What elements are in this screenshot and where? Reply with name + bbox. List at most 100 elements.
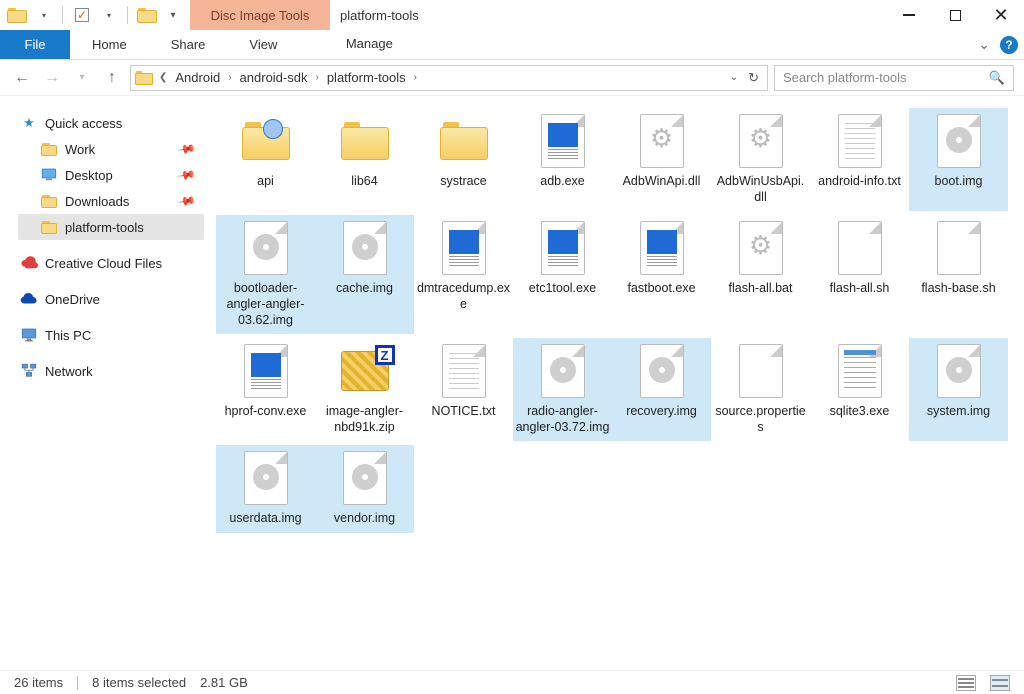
view-large-icons-button[interactable]	[990, 675, 1010, 691]
ribbon-tab-manage[interactable]: Manage	[299, 30, 439, 59]
file-item[interactable]: adb.exe	[513, 108, 612, 211]
file-item[interactable]: api	[216, 108, 315, 211]
new-folder-icon[interactable]	[136, 4, 158, 26]
chevron-right-icon[interactable]: ›	[226, 72, 233, 83]
ribbon-tab-view[interactable]: View	[227, 30, 299, 59]
refresh-icon[interactable]: ↻	[748, 70, 759, 86]
sidebar-creative-cloud[interactable]: Creative Cloud Files	[18, 250, 204, 276]
nav-back-button[interactable]: ←	[10, 66, 34, 90]
breadcrumb[interactable]: android-sdk	[236, 70, 312, 85]
file-item[interactable]: flash-base.sh	[909, 215, 1008, 334]
file-label: systrace	[440, 174, 487, 190]
sidebar-item-label: This PC	[45, 328, 91, 343]
file-item[interactable]: ⚙flash-all.bat	[711, 215, 810, 334]
sidebar-this-pc[interactable]: This PC	[18, 322, 204, 348]
folder-icon	[40, 192, 58, 210]
file-item[interactable]: Zimage-angler-nbd91k.zip	[315, 338, 414, 441]
file-label: AdbWinApi.dll	[623, 174, 701, 190]
ribbon-tab-file[interactable]: File	[0, 30, 70, 59]
ribbon-expand-icon[interactable]: ⌄	[978, 36, 990, 53]
file-item[interactable]: flash-all.sh	[810, 215, 909, 334]
sidebar-quick-access[interactable]: ★ Quick access	[18, 110, 204, 136]
sidebar-item-desktop[interactable]: Desktop📌	[18, 162, 204, 188]
address-row: ← → ▾ ↑ ❮ Android › android-sdk › platfo…	[0, 60, 1024, 96]
file-label: flash-base.sh	[921, 281, 995, 297]
file-item[interactable]: cache.img	[315, 215, 414, 334]
breadcrumb[interactable]: Android	[171, 70, 224, 85]
maximize-button[interactable]	[932, 0, 978, 30]
breadcrumb[interactable]: platform-tools	[323, 70, 410, 85]
address-bar[interactable]: ❮ Android › android-sdk › platform-tools…	[130, 65, 768, 91]
file-item[interactable]: android-info.txt	[810, 108, 909, 211]
file-label: boot.img	[935, 174, 983, 190]
file-item[interactable]: vendor.img	[315, 445, 414, 533]
sidebar-item-label: Work	[65, 142, 95, 157]
desktop-icon	[40, 166, 58, 184]
ribbon: File Home Share View Manage ⌄ ?	[0, 30, 1024, 60]
navigation-pane: ★ Quick access Work📌Desktop📌 Downloads 📌 pl…	[0, 96, 210, 670]
chevron-right-icon[interactable]: ›	[412, 72, 419, 83]
file-item[interactable]: boot.img	[909, 108, 1008, 211]
file-label: NOTICE.txt	[432, 404, 496, 420]
nav-up-button[interactable]: ↑	[100, 66, 124, 90]
file-item[interactable]: source.properties	[711, 338, 810, 441]
address-dropdown-icon[interactable]: ⌄	[730, 72, 738, 83]
close-button[interactable]: ✕	[978, 0, 1024, 30]
nav-recent-dropdown[interactable]: ▾	[70, 66, 94, 90]
view-details-button[interactable]	[956, 675, 976, 691]
file-item[interactable]: ⚙AdbWinApi.dll	[612, 108, 711, 211]
file-item[interactable]: sqlite3.exe	[810, 338, 909, 441]
file-label: etc1tool.exe	[529, 281, 596, 297]
properties-checkbox-icon[interactable]: ✓	[71, 4, 93, 26]
file-item[interactable]: recovery.img	[612, 338, 711, 441]
file-item[interactable]: systrace	[414, 108, 513, 211]
file-label: cache.img	[336, 281, 393, 297]
status-selection-count: 8 items selected	[92, 675, 186, 690]
file-label: flash-all.bat	[729, 281, 793, 297]
chevron-right-icon[interactable]: ›	[313, 72, 320, 83]
file-item[interactable]: system.img	[909, 338, 1008, 441]
qat-overflow[interactable]: ▾	[162, 4, 184, 26]
file-item[interactable]: NOTICE.txt	[414, 338, 513, 441]
ribbon-tab-share[interactable]: Share	[149, 30, 228, 59]
sidebar-onedrive[interactable]: OneDrive	[18, 286, 204, 312]
file-label: flash-all.sh	[830, 281, 890, 297]
file-label: radio-angler-angler-03.72.img	[516, 404, 610, 435]
minimize-button[interactable]	[886, 0, 932, 30]
file-label: dmtracedump.exe	[417, 281, 511, 312]
file-label: userdata.img	[229, 511, 301, 527]
sidebar-item-label: OneDrive	[45, 292, 100, 307]
file-listing[interactable]: apilib64 systrace adb.exe⚙AdbWinApi.dll⚙Ad…	[210, 96, 1024, 670]
sidebar-item-work[interactable]: Work📌	[18, 136, 204, 162]
search-input[interactable]: Search platform-tools 🔍	[774, 65, 1014, 91]
help-icon[interactable]: ?	[1000, 36, 1018, 54]
star-icon: ★	[20, 114, 38, 132]
chevron-right-icon[interactable]: ❮	[157, 72, 169, 83]
ribbon-tab-home[interactable]: Home	[70, 30, 149, 59]
file-label: hprof-conv.exe	[225, 404, 307, 420]
sidebar-network[interactable]: Network	[18, 358, 204, 384]
file-item[interactable]: etc1tool.exe	[513, 215, 612, 334]
file-item[interactable]: hprof-conv.exe	[216, 338, 315, 441]
sidebar-item-label: Downloads	[65, 194, 129, 209]
folder-icon	[40, 140, 58, 158]
file-item[interactable]: dmtracedump.exe	[414, 215, 513, 334]
file-item[interactable]: fastboot.exe	[612, 215, 711, 334]
sidebar-item-label: Network	[45, 364, 93, 379]
nav-forward-button[interactable]: →	[40, 66, 64, 90]
file-item[interactable]: lib64	[315, 108, 414, 211]
qat-dropdown[interactable]: ▾	[32, 4, 54, 26]
qat-dropdown-2[interactable]: ▾	[97, 4, 119, 26]
folder-icon[interactable]	[6, 4, 28, 26]
file-label: recovery.img	[626, 404, 697, 420]
file-item[interactable]: userdata.img	[216, 445, 315, 533]
file-item[interactable]: radio-angler-angler-03.72.img	[513, 338, 612, 441]
pin-icon: 📌	[176, 191, 196, 211]
file-item[interactable]: ⚙AdbWinUsbApi.dll	[711, 108, 810, 211]
onedrive-icon	[20, 290, 38, 308]
file-item[interactable]: bootloader-angler-angler-03.62.img	[216, 215, 315, 334]
creative-cloud-icon	[20, 254, 38, 272]
sidebar-item-platform-tools[interactable]: platform-tools	[18, 214, 204, 240]
file-label: system.img	[927, 404, 990, 420]
sidebar-item-downloads[interactable]: Downloads 📌	[18, 188, 204, 214]
